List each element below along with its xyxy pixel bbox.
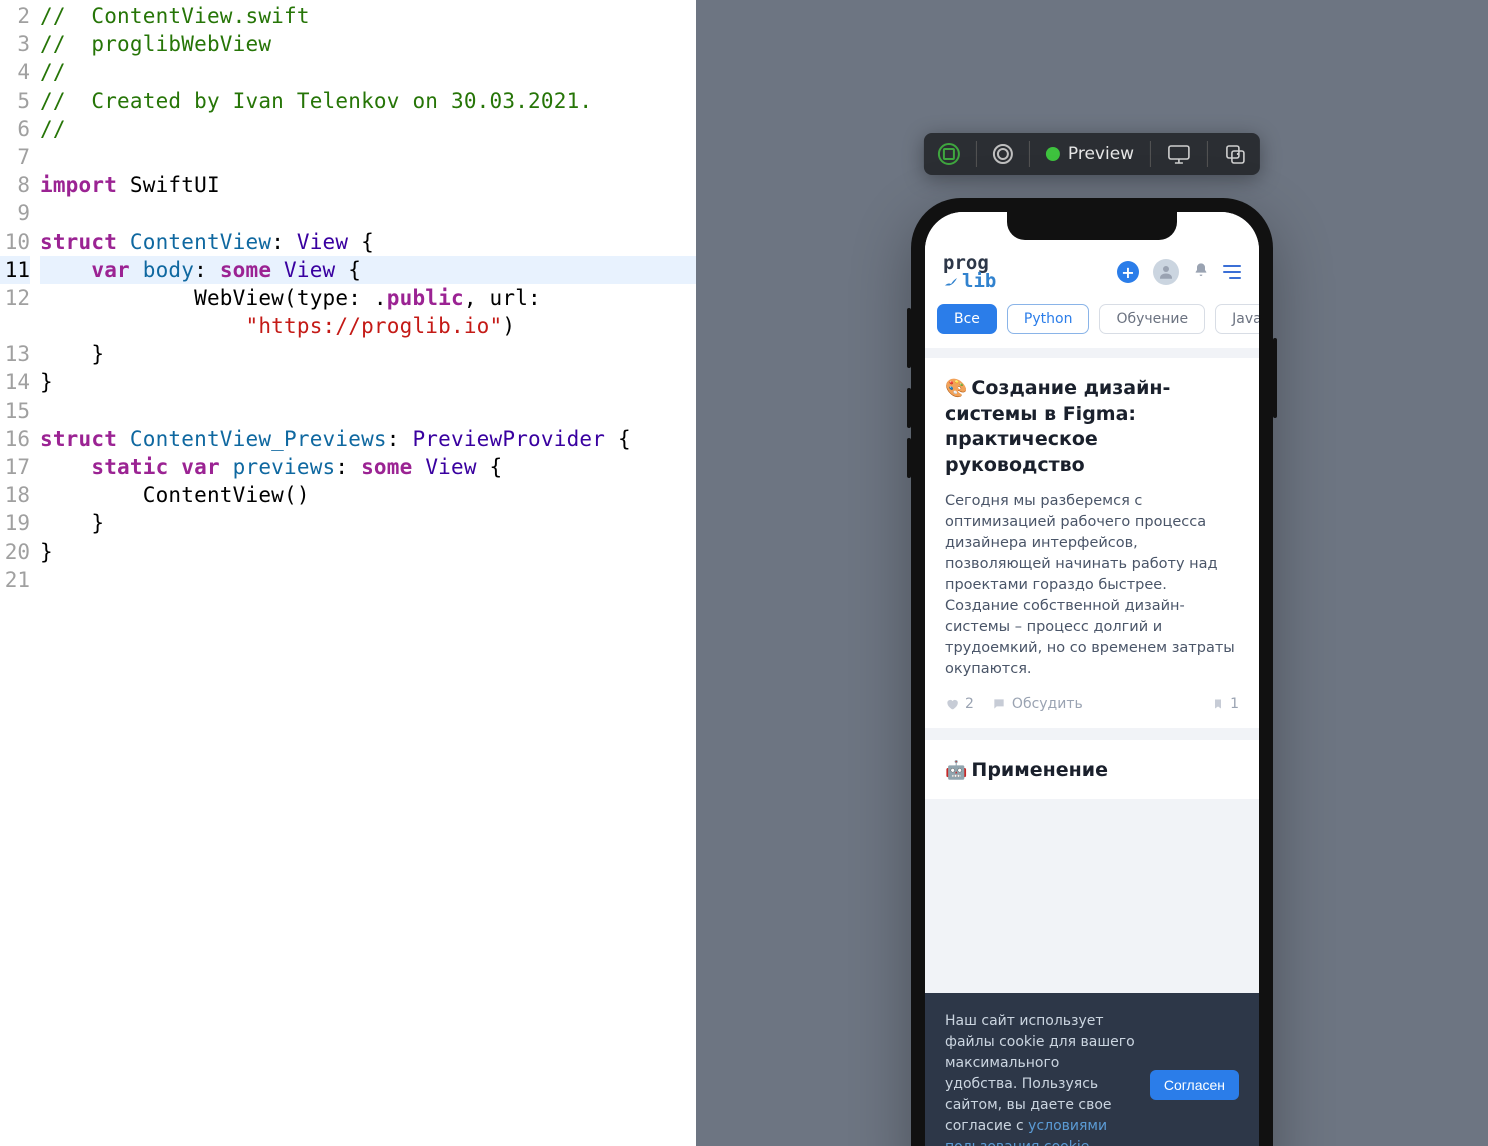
- line-number: 4: [0, 58, 30, 86]
- palette-icon: 🎨: [945, 378, 967, 399]
- code-line[interactable]: }: [40, 368, 696, 396]
- feed: 🎨Создание дизайн-системы в Figma: практи…: [925, 348, 1259, 821]
- tab-обучение[interactable]: Обучение: [1099, 304, 1205, 334]
- code-line[interactable]: [40, 397, 696, 425]
- bookmark-icon: [1212, 697, 1224, 711]
- heart-icon: [945, 697, 959, 711]
- iphone-frame: prog lib + ВсеPythonО: [911, 198, 1273, 1146]
- notch: [1007, 212, 1177, 240]
- code-line[interactable]: struct ContentView: View {: [40, 228, 696, 256]
- code-line[interactable]: [40, 143, 696, 171]
- line-number: 15: [0, 397, 30, 425]
- live-icon: [938, 143, 960, 165]
- line-number: 12: [0, 284, 30, 312]
- code-line[interactable]: var body: some View {: [40, 256, 696, 284]
- line-number: 3: [0, 30, 30, 58]
- canvas-preview-pane: Preview: [696, 0, 1488, 1146]
- code-line[interactable]: [40, 566, 696, 594]
- tab-все[interactable]: Все: [937, 304, 997, 334]
- line-number: 20: [0, 538, 30, 566]
- code-line[interactable]: // proglibWebView: [40, 30, 696, 58]
- line-number: [0, 312, 30, 340]
- line-number: 9: [0, 199, 30, 227]
- code-line[interactable]: // Created by Ivan Telenkov on 30.03.202…: [40, 87, 696, 115]
- line-number: 19: [0, 509, 30, 537]
- line-number: 2: [0, 2, 30, 30]
- code-line[interactable]: }: [40, 509, 696, 537]
- line-number: 6: [0, 115, 30, 143]
- article-body: Сегодня мы разберемся с оптимизацией раб…: [945, 491, 1239, 680]
- add-button[interactable]: +: [1117, 261, 1139, 283]
- selectable-button[interactable]: [989, 144, 1017, 164]
- device-button[interactable]: [1163, 144, 1195, 164]
- line-number-gutter: 23456789101112 131415161718192021: [0, 2, 40, 1146]
- line-number: 14: [0, 368, 30, 396]
- code-line[interactable]: import SwiftUI: [40, 171, 696, 199]
- site-logo[interactable]: prog lib: [943, 254, 996, 290]
- preview-status[interactable]: Preview: [1042, 144, 1138, 164]
- article-title: 🎨Создание дизайн-системы в Figma: практи…: [945, 376, 1239, 479]
- ring-icon: [993, 144, 1013, 164]
- avatar[interactable]: [1153, 259, 1179, 285]
- cookie-text: Наш сайт использует файлы cookie для ваш…: [945, 1011, 1136, 1146]
- line-number: 7: [0, 143, 30, 171]
- code-editor[interactable]: 23456789101112 131415161718192021 // Cont…: [0, 0, 696, 1146]
- line-number: 10: [0, 228, 30, 256]
- notifications-icon[interactable]: [1193, 261, 1209, 283]
- line-number: 11: [0, 256, 30, 284]
- code-line[interactable]: [40, 199, 696, 227]
- code-area[interactable]: // ContentView.swift// proglibWebView///…: [40, 2, 696, 1146]
- cookie-banner: Наш сайт использует файлы cookie для ваш…: [925, 993, 1259, 1146]
- bookmarks[interactable]: 1: [1212, 696, 1239, 712]
- code-line[interactable]: static var previews: some View {: [40, 453, 696, 481]
- code-line[interactable]: ContentView(): [40, 481, 696, 509]
- desktop-icon: [1167, 144, 1191, 164]
- discuss-link[interactable]: Обсудить: [992, 696, 1083, 712]
- status-dot-icon: [1046, 147, 1060, 161]
- preview-toolbar: Preview: [924, 133, 1260, 175]
- live-preview-button[interactable]: [934, 143, 964, 165]
- code-line[interactable]: }: [40, 538, 696, 566]
- article-title: 🤖Применение: [945, 758, 1239, 784]
- article-card[interactable]: 🎨Создание дизайн-системы в Figma: практи…: [925, 358, 1259, 728]
- line-number: 13: [0, 340, 30, 368]
- robot-icon: 🤖: [945, 760, 967, 781]
- code-line[interactable]: "https://proglib.io"): [40, 312, 696, 340]
- line-number: 8: [0, 171, 30, 199]
- line-number: 16: [0, 425, 30, 453]
- line-number: 18: [0, 481, 30, 509]
- line-number: 5: [0, 87, 30, 115]
- line-number: 21: [0, 566, 30, 594]
- preview-label: Preview: [1068, 144, 1134, 164]
- cookie-agree-button[interactable]: Согласен: [1150, 1070, 1239, 1100]
- code-line[interactable]: }: [40, 340, 696, 368]
- tab-python[interactable]: Python: [1007, 304, 1090, 334]
- likes[interactable]: 2: [945, 696, 974, 712]
- line-number: 17: [0, 453, 30, 481]
- code-line[interactable]: // ContentView.swift: [40, 2, 696, 30]
- phone-screen[interactable]: prog lib + ВсеPythonО: [925, 212, 1259, 1146]
- code-line[interactable]: struct ContentView_Previews: PreviewProv…: [40, 425, 696, 453]
- duplicate-icon: [1224, 143, 1246, 165]
- duplicate-button[interactable]: [1220, 143, 1250, 165]
- code-line[interactable]: WebView(type: .public, url:: [40, 284, 696, 312]
- menu-button[interactable]: [1223, 265, 1241, 279]
- category-tabs: Все Python Обучение JavaScript: [925, 304, 1259, 348]
- tab-javascript[interactable]: JavaScript: [1215, 304, 1259, 334]
- bird-icon: [943, 275, 959, 287]
- code-line[interactable]: //: [40, 58, 696, 86]
- article-card[interactable]: 🤖Применение: [925, 740, 1259, 800]
- code-line[interactable]: //: [40, 115, 696, 143]
- comment-icon: [992, 697, 1006, 711]
